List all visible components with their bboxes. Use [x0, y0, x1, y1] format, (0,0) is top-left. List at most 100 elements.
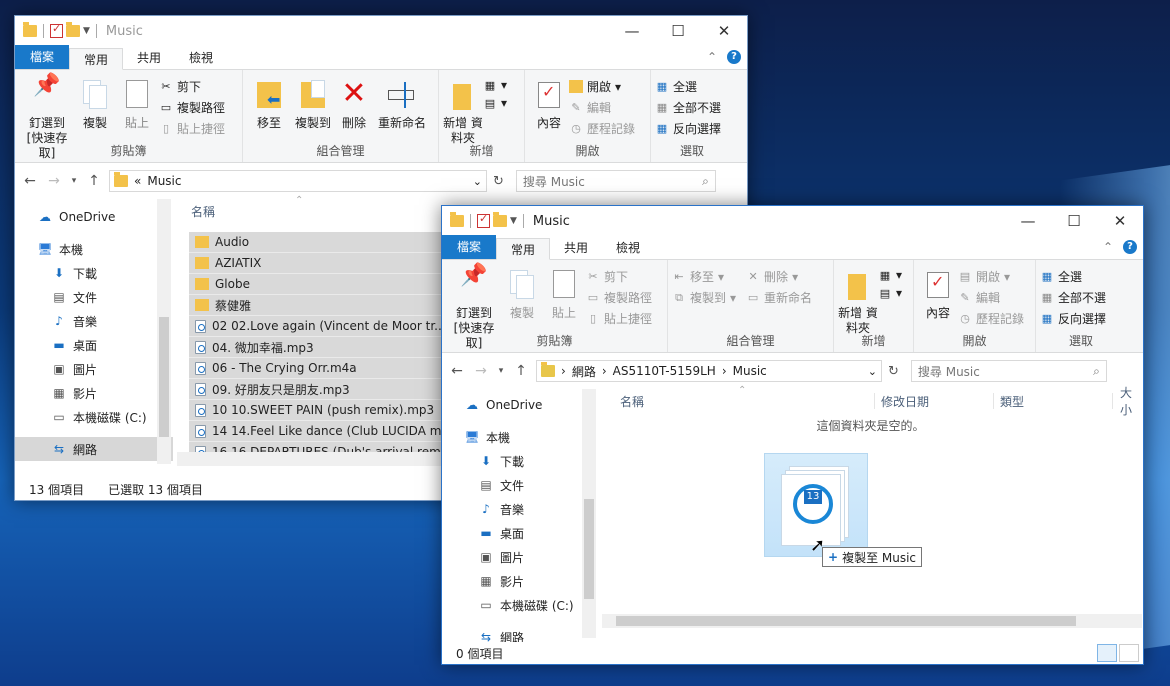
nav-item-documents[interactable]: ▤ 文件	[15, 285, 173, 309]
help-icon[interactable]: ?	[1123, 240, 1137, 254]
close-button[interactable]: ✕	[1097, 206, 1143, 236]
rename-button[interactable]: ▭ 重新命名	[746, 289, 812, 306]
collapse-ribbon-icon[interactable]: ⌃	[1103, 240, 1113, 254]
tab-view[interactable]: 檢視	[175, 47, 227, 69]
column-size[interactable]: 大小	[1120, 384, 1143, 418]
nav-item-music[interactable]: ♪ 音樂	[15, 309, 173, 333]
nav-item-videos[interactable]: ▦ 影片	[15, 381, 173, 405]
nav-item-pictures[interactable]: ▣ 圖片	[442, 545, 598, 569]
paste-shortcut-button[interactable]: ▯ 貼上捷徑	[159, 120, 225, 137]
horizontal-scrollbar[interactable]	[602, 614, 1142, 628]
tab-file[interactable]: 檔案	[15, 45, 70, 69]
address-bar[interactable]: « Music ⌄	[109, 170, 487, 192]
nav-item-videos[interactable]: ▦ 影片	[442, 569, 598, 593]
move-to-button[interactable]: ⇤ 移至 ▾	[672, 268, 736, 285]
nav-item-this-pc[interactable]: 🖥 本機	[15, 237, 173, 261]
nav-item-music[interactable]: ♪ 音樂	[442, 497, 598, 521]
delete-button[interactable]: ✕ 刪除 ▾	[746, 268, 812, 285]
cut-button[interactable]: ✂ 剪下	[159, 78, 225, 95]
maximize-button[interactable]: ☐	[1051, 206, 1097, 236]
column-name[interactable]: 名稱	[620, 393, 644, 410]
forward-arrow-icon[interactable]: →	[45, 173, 63, 189]
history-button[interactable]: ◷ 歷程記錄	[958, 310, 1024, 327]
file-row[interactable]: 06 - The Crying Orr.m4a	[189, 358, 459, 379]
select-none-button[interactable]: ▦ 全部不選	[655, 99, 721, 116]
properties-icon[interactable]	[477, 212, 490, 228]
refresh-icon[interactable]: ↻	[493, 174, 504, 189]
up-arrow-icon[interactable]: ↑	[512, 363, 530, 379]
copy-path-button[interactable]: ▭ 複製路徑	[586, 289, 652, 306]
nav-item-onedrive[interactable]: ☁ OneDrive	[442, 393, 598, 417]
copy-path-button[interactable]: ▭ 複製路徑	[159, 99, 225, 116]
minimize-button[interactable]: —	[1005, 206, 1051, 236]
maximize-button[interactable]: ☐	[655, 16, 701, 46]
nav-item-desktop[interactable]: ▬ 桌面	[15, 333, 173, 357]
breadcrumb-music[interactable]: Music	[733, 364, 767, 378]
history-button[interactable]: ◷ 歷程記錄	[569, 120, 635, 137]
refresh-icon[interactable]: ↻	[888, 364, 899, 379]
tab-home[interactable]: 常用	[69, 48, 124, 70]
properties-icon[interactable]	[50, 22, 63, 38]
paste-shortcut-button[interactable]: ▯ 貼上捷徑	[586, 310, 652, 327]
breadcrumb-overflow[interactable]: «	[134, 174, 141, 188]
collapse-ribbon-icon[interactable]: ⌃	[707, 50, 717, 64]
file-row[interactable]: Globe	[189, 274, 459, 295]
recent-dropdown-icon[interactable]: ▾	[69, 176, 79, 186]
nav-item-pictures[interactable]: ▣ 圖片	[15, 357, 173, 381]
recent-dropdown-icon[interactable]: ▾	[496, 366, 506, 376]
select-none-button[interactable]: ▦ 全部不選	[1040, 289, 1106, 306]
open-button[interactable]: ▤ 開啟 ▾	[958, 268, 1024, 285]
edit-button[interactable]: ✎ 編輯	[958, 289, 1024, 306]
file-row[interactable]: 10 10.SWEET PAIN (push remix).mp3	[189, 400, 459, 421]
close-button[interactable]: ✕	[701, 16, 747, 46]
open-button[interactable]: 開啟 ▾	[569, 78, 635, 95]
search-input[interactable]: 搜尋 Music ⌕	[910, 360, 1107, 382]
up-arrow-icon[interactable]: ↑	[85, 173, 103, 189]
file-row[interactable]: AZIATIX	[189, 253, 459, 274]
nav-item-this-pc[interactable]: 🖥 本機	[442, 425, 598, 449]
column-name[interactable]: 名稱	[191, 203, 215, 220]
tab-share[interactable]: 共用	[550, 237, 602, 259]
select-all-button[interactable]: ▦ 全選	[655, 78, 721, 95]
nav-item-documents[interactable]: ▤ 文件	[442, 473, 598, 497]
nav-item-downloads[interactable]: ⬇ 下載	[442, 449, 598, 473]
tab-home[interactable]: 常用	[496, 238, 551, 260]
copy-to-button[interactable]: ⧉ 複製到 ▾	[672, 289, 736, 306]
file-row[interactable]: 09. 好朋友只是朋友.mp3	[189, 379, 459, 400]
back-arrow-icon[interactable]: ←	[21, 173, 39, 189]
nav-item-onedrive[interactable]: ☁ OneDrive	[15, 205, 173, 229]
easy-access-button[interactable]: ▤ ▾	[483, 96, 507, 110]
details-view-button[interactable]	[1097, 644, 1117, 662]
breadcrumb-server[interactable]: AS5110T-5159LH	[613, 364, 716, 378]
invert-selection-button[interactable]: ▦ 反向選擇	[655, 120, 721, 137]
nav-item-downloads[interactable]: ⬇ 下載	[15, 261, 173, 285]
nav-item-drive[interactable]: ▭ 本機磁碟 (C:)	[15, 405, 173, 429]
forward-arrow-icon[interactable]: →	[472, 363, 490, 379]
minimize-button[interactable]: —	[609, 16, 655, 46]
chevron-down-icon[interactable]: ⌄	[473, 175, 482, 188]
invert-selection-button[interactable]: ▦ 反向選擇	[1040, 310, 1106, 327]
title-bar[interactable]: ▼ Music — ☐ ✕	[442, 206, 1143, 236]
select-all-button[interactable]: ▦ 全選	[1040, 268, 1106, 285]
tab-view[interactable]: 檢視	[602, 237, 654, 259]
file-row[interactable]: 04. 微加幸福.mp3	[189, 337, 459, 358]
help-icon[interactable]: ?	[727, 50, 741, 64]
tab-file[interactable]: 檔案	[442, 235, 497, 259]
breadcrumb-network[interactable]: 網路	[572, 363, 596, 380]
chevron-down-icon[interactable]: ▼	[510, 216, 517, 226]
cut-button[interactable]: ✂ 剪下	[586, 268, 652, 285]
easy-access-button[interactable]: ▤ ▾	[878, 286, 902, 300]
file-row[interactable]: 02 02.Love again (Vincent de Moor tr....	[189, 316, 459, 337]
nav-scrollbar[interactable]	[582, 389, 596, 638]
title-bar[interactable]: ▼ Music — ☐ ✕	[15, 16, 747, 46]
new-item-button[interactable]: ▦ ▾	[483, 78, 507, 92]
nav-scrollbar[interactable]	[157, 199, 171, 464]
file-row[interactable]: 蔡健雅	[189, 295, 459, 316]
chevron-down-icon[interactable]: ▼	[83, 26, 90, 36]
breadcrumb-music[interactable]: Music	[147, 174, 181, 188]
new-item-button[interactable]: ▦ ▾	[878, 268, 902, 282]
tab-share[interactable]: 共用	[123, 47, 175, 69]
file-row[interactable]: Audio	[189, 232, 459, 253]
new-folder-icon[interactable]	[493, 212, 507, 227]
back-arrow-icon[interactable]: ←	[448, 363, 466, 379]
